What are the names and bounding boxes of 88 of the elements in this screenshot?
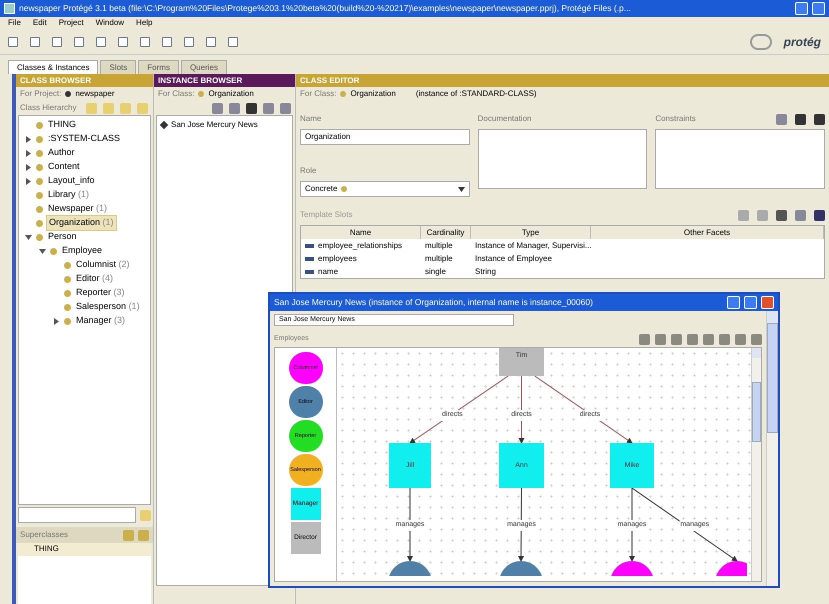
tree-item[interactable]: Author	[46, 146, 77, 160]
table-cell: employees	[301, 252, 421, 264]
collapsed-arrow-icon[interactable]	[24, 164, 32, 170]
table-cell-text: String	[474, 266, 497, 278]
tree-item[interactable]: Editor (4)	[74, 272, 116, 286]
scrollbar[interactable]	[766, 311, 778, 586]
documentation-label: Documentation	[478, 113, 532, 125]
class-label: For Class:	[158, 88, 194, 100]
class-label: For Class:	[300, 88, 336, 100]
expanded-arrow-icon[interactable]	[38, 248, 46, 254]
menu-item[interactable]: Edit	[32, 17, 47, 29]
tree-item[interactable]: Employee	[60, 244, 104, 258]
tree-item[interactable]: Person	[46, 230, 79, 244]
window-title: newspaper Protégé 3.1 beta (file:\C:\Program%20Files\Protege%203.1%20beta%20(build%20-%20217)\examples\newspaper\newspaper.pprj), Protégé Files (.p...	[19, 2, 632, 15]
column-header[interactable]: Type	[471, 226, 591, 239]
menu-item[interactable]: Help	[136, 17, 152, 29]
instance-of-label: (instance of :STANDARD-CLASS)	[416, 88, 537, 100]
maximize-button[interactable]	[812, 2, 825, 15]
constraints-field[interactable]	[655, 129, 825, 189]
maximize-button[interactable]	[744, 296, 757, 309]
superclass-item[interactable]: THING	[18, 543, 151, 556]
instance-icon	[160, 120, 168, 129]
close-button[interactable]	[761, 296, 774, 309]
tab[interactable]: Slots	[100, 60, 136, 74]
class-name: Organization	[350, 88, 396, 100]
name-label: Name	[300, 113, 322, 125]
menu-item[interactable]: Window	[96, 17, 124, 29]
app-icon	[4, 3, 15, 14]
class-icon	[198, 91, 204, 97]
tab[interactable]: Forms	[138, 60, 179, 74]
tab[interactable]: Classes & Instances	[8, 60, 98, 74]
class-icon	[340, 91, 346, 97]
node-box[interactable]	[499, 348, 544, 376]
constraints-label: Constraints	[655, 113, 697, 125]
role-dropdown[interactable]: Concrete	[300, 181, 470, 197]
project-label: For Project:	[20, 88, 62, 100]
panel-header: CLASS BROWSER	[16, 74, 153, 87]
hierarchy-label: Class Hierarchy	[20, 102, 76, 114]
name-field[interactable]: Organization	[300, 129, 470, 145]
window-title: San Jose Mercury News (instance of Organization, internal name is instance_00060)	[274, 296, 594, 309]
tree-item[interactable]: Columnist (2)	[74, 258, 132, 272]
tree-item[interactable]: Layout_info	[46, 174, 97, 188]
table-cell-text: multiple	[424, 240, 454, 252]
tree-item[interactable]: Reporter (3)	[74, 286, 127, 300]
tree-item[interactable]: Organization (1)	[46, 215, 117, 231]
tree-item[interactable]: :SYSTEM-CLASS	[46, 132, 122, 146]
minimize-button[interactable]	[727, 296, 740, 309]
panel-header: CLASS EDITOR	[296, 74, 829, 87]
node-box[interactable]	[389, 443, 431, 488]
expanded-arrow-icon[interactable]	[24, 234, 32, 240]
table-cell-text: Instance of Employee	[474, 252, 553, 264]
collapsed-arrow-icon[interactable]	[24, 178, 32, 184]
search-field[interactable]	[18, 507, 136, 523]
project-name: newspaper	[75, 88, 114, 100]
role-label: Role	[300, 165, 318, 177]
table-cell-text: Instance of Manager, Supervisi...	[474, 240, 591, 252]
table-cell-text: multiple	[424, 252, 454, 264]
table-cell: employee_relationships	[301, 240, 421, 252]
template-slots-label: Template Slots	[300, 209, 354, 221]
node-box[interactable]	[610, 443, 654, 488]
node-box[interactable]	[499, 443, 544, 488]
collapsed-arrow-icon[interactable]	[52, 318, 60, 324]
tree-item[interactable]: THING	[46, 118, 78, 132]
table-cell: name	[301, 266, 421, 278]
column-header[interactable]: Cardinality	[421, 226, 471, 239]
menu-item[interactable]: File	[8, 17, 21, 29]
table-cell-text: single	[424, 266, 447, 278]
scrollbar[interactable]	[751, 348, 761, 581]
project-icon	[65, 91, 72, 97]
tab[interactable]: Queries	[180, 60, 227, 74]
minimize-button[interactable]	[795, 2, 808, 15]
column-header[interactable]: Name	[301, 226, 421, 239]
tree-item[interactable]: Library (1)	[46, 188, 92, 202]
instance-item[interactable]: San Jose Mercury News	[171, 118, 258, 130]
panel-header: INSTANCE BROWSER	[154, 74, 295, 87]
column-header[interactable]: Other Facets	[591, 226, 824, 239]
collapsed-arrow-icon[interactable]	[24, 150, 32, 156]
class-name: Organization	[208, 88, 254, 100]
dropdown-arrow-icon[interactable]	[458, 186, 465, 192]
documentation-field[interactable]	[478, 129, 648, 189]
menu-item[interactable]: Project	[58, 17, 84, 29]
collapsed-arrow-icon[interactable]	[24, 136, 32, 142]
tree-item[interactable]: Manager (3)	[74, 314, 128, 328]
superclasses-label: Superclasses	[20, 529, 70, 541]
logo: protég	[784, 34, 821, 50]
tree-item[interactable]: Content	[46, 160, 82, 174]
tree-item[interactable]: Salesperson (1)	[74, 300, 142, 314]
tree-item[interactable]: Newspaper (1)	[46, 202, 110, 216]
